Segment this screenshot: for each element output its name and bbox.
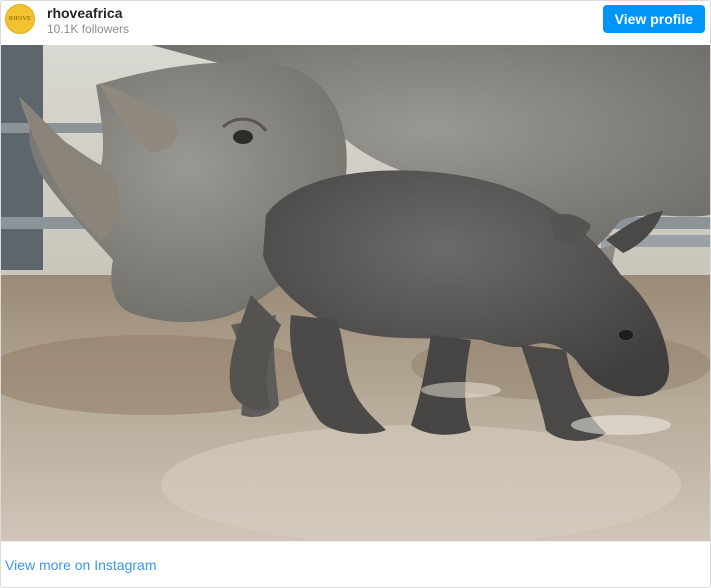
follower-count: 10.1K followers (47, 22, 130, 36)
footer-divider (1, 541, 710, 542)
view-more-on-instagram-link[interactable]: View more on Instagram (5, 557, 156, 573)
post-header: RHOVE rhoveafrica 10.1K followers View p… (1, 1, 710, 45)
avatar[interactable]: RHOVE (5, 4, 35, 34)
instagram-embed: RHOVE rhoveafrica 10.1K followers View p… (0, 0, 711, 588)
username[interactable]: rhoveafrica (47, 5, 122, 21)
post-photo[interactable] (1, 45, 710, 541)
view-profile-button[interactable]: View profile (602, 5, 705, 33)
avatar-logo: RHOVE (8, 16, 32, 22)
rhino-photo-icon (1, 45, 710, 541)
